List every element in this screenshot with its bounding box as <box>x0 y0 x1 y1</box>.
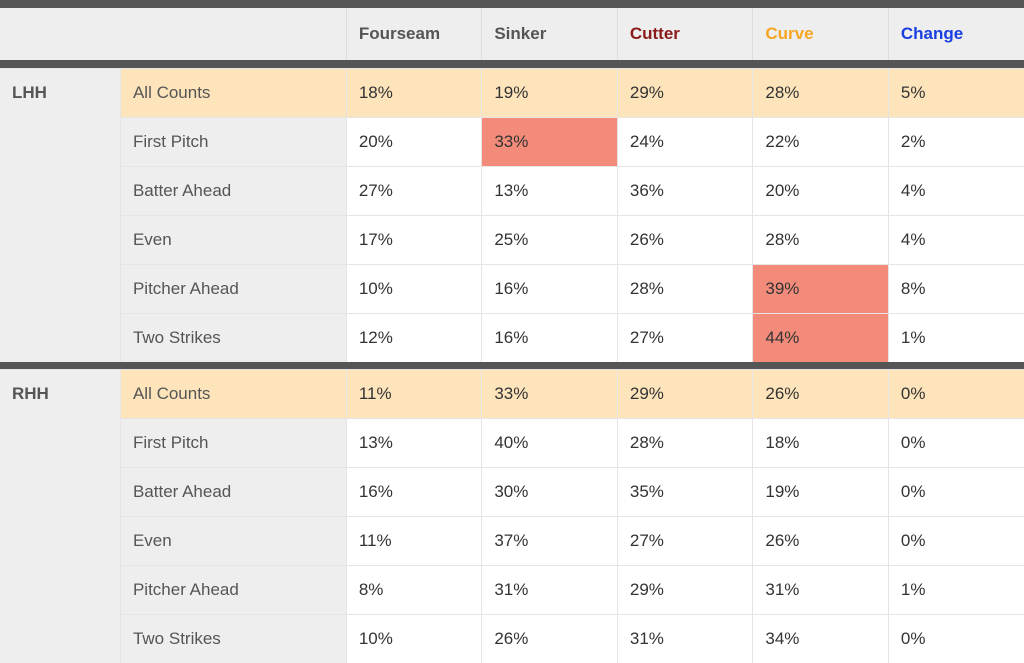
data-cell: 29% <box>617 566 753 615</box>
col-header-change: Change <box>888 8 1024 60</box>
data-cell: 18% <box>753 419 889 468</box>
data-cell: 16% <box>482 313 618 362</box>
row-label: All Counts <box>120 68 346 117</box>
data-cell: 30% <box>482 468 618 517</box>
data-cell: 0% <box>888 468 1024 517</box>
data-cell: 28% <box>753 68 889 117</box>
data-cell: 36% <box>617 166 753 215</box>
data-cell: 27% <box>617 313 753 362</box>
data-cell: 11% <box>346 370 482 419</box>
data-cell: 0% <box>888 615 1024 663</box>
data-cell: 20% <box>753 166 889 215</box>
data-cell: 37% <box>482 517 618 566</box>
data-cell: 29% <box>617 68 753 117</box>
data-cell: 34% <box>753 615 889 663</box>
data-cell: 16% <box>482 264 618 313</box>
data-cell: 1% <box>888 566 1024 615</box>
table-row: Even11%37%27%26%0% <box>0 517 1024 566</box>
data-cell: 8% <box>346 566 482 615</box>
row-label: Pitcher Ahead <box>120 264 346 313</box>
data-cell: 27% <box>617 517 753 566</box>
data-cell: 28% <box>617 419 753 468</box>
data-cell: 26% <box>753 517 889 566</box>
data-cell: 1% <box>888 313 1024 362</box>
table-row: Even17%25%26%28%4% <box>0 215 1024 264</box>
data-cell: 35% <box>617 468 753 517</box>
group-label: LHH <box>0 68 30 362</box>
row-label: First Pitch <box>120 419 346 468</box>
row-label: Batter Ahead <box>120 468 346 517</box>
data-cell: 20% <box>346 117 482 166</box>
data-cell: 26% <box>482 615 618 663</box>
data-cell: 26% <box>753 370 889 419</box>
data-cell: 40% <box>482 419 618 468</box>
row-label: Pitcher Ahead <box>120 566 346 615</box>
col-header-curve: Curve <box>753 8 889 60</box>
row-label: Even <box>120 517 346 566</box>
table-row: LHHAll Counts18%19%29%28%5% <box>0 68 1024 117</box>
table-header-row: Fourseam Sinker Cutter Curve Change <box>0 8 1024 60</box>
data-cell: 17% <box>346 215 482 264</box>
data-cell: 24% <box>617 117 753 166</box>
data-cell: 19% <box>753 468 889 517</box>
row-label: First Pitch <box>120 117 346 166</box>
row-label: Two Strikes <box>120 313 346 362</box>
data-cell: 29% <box>617 370 753 419</box>
data-cell: 19% <box>482 68 618 117</box>
group-label: RHH <box>0 370 30 663</box>
data-cell: 31% <box>617 615 753 663</box>
data-cell: 0% <box>888 370 1024 419</box>
header-blank <box>0 8 346 60</box>
data-cell: 8% <box>888 264 1024 313</box>
data-cell: 16% <box>346 468 482 517</box>
data-cell: 22% <box>753 117 889 166</box>
data-cell: 28% <box>617 264 753 313</box>
data-cell: 28% <box>753 215 889 264</box>
data-cell: 13% <box>482 166 618 215</box>
data-cell: 26% <box>617 215 753 264</box>
group-spacer <box>30 370 120 663</box>
data-cell: 10% <box>346 264 482 313</box>
table-row: First Pitch13%40%28%18%0% <box>0 419 1024 468</box>
col-header-cutter: Cutter <box>617 8 753 60</box>
data-cell: 4% <box>888 166 1024 215</box>
table-row: RHHAll Counts11%33%29%26%0% <box>0 370 1024 419</box>
data-cell: 18% <box>346 68 482 117</box>
data-cell: 11% <box>346 517 482 566</box>
table-row: First Pitch20%33%24%22%2% <box>0 117 1024 166</box>
row-label: All Counts <box>120 370 346 419</box>
data-cell: 2% <box>888 117 1024 166</box>
data-cell: 31% <box>753 566 889 615</box>
data-cell: 33% <box>482 370 618 419</box>
row-label: Even <box>120 215 346 264</box>
data-cell: 0% <box>888 517 1024 566</box>
data-cell: 12% <box>346 313 482 362</box>
data-cell: 0% <box>888 419 1024 468</box>
col-header-fourseam: Fourseam <box>346 8 482 60</box>
col-header-sinker: Sinker <box>482 8 618 60</box>
data-cell: 10% <box>346 615 482 663</box>
data-cell: 33% <box>482 117 618 166</box>
row-label: Two Strikes <box>120 615 346 663</box>
group-spacer <box>30 68 120 362</box>
table-row: Batter Ahead27%13%36%20%4% <box>0 166 1024 215</box>
row-label: Batter Ahead <box>120 166 346 215</box>
table-row: Two Strikes10%26%31%34%0% <box>0 615 1024 663</box>
data-cell: 27% <box>346 166 482 215</box>
table-row: Pitcher Ahead8%31%29%31%1% <box>0 566 1024 615</box>
data-cell: 5% <box>888 68 1024 117</box>
data-cell: 31% <box>482 566 618 615</box>
table-row: Batter Ahead16%30%35%19%0% <box>0 468 1024 517</box>
data-cell: 39% <box>753 264 889 313</box>
pitch-mix-table: Fourseam Sinker Cutter Curve Change LHHA… <box>0 0 1024 663</box>
data-cell: 4% <box>888 215 1024 264</box>
table-row: Two Strikes12%16%27%44%1% <box>0 313 1024 362</box>
data-cell: 44% <box>753 313 889 362</box>
table-row: Pitcher Ahead10%16%28%39%8% <box>0 264 1024 313</box>
data-cell: 25% <box>482 215 618 264</box>
data-cell: 13% <box>346 419 482 468</box>
